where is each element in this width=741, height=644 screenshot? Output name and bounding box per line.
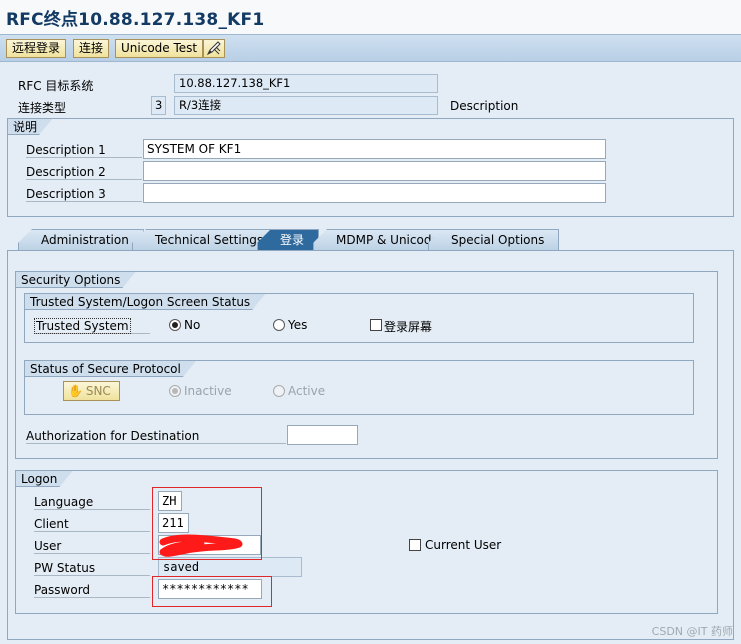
trusted-no-label: No bbox=[184, 318, 201, 332]
authorization-label: Authorization for Destination bbox=[26, 429, 286, 444]
security-options-title: Security Options bbox=[15, 271, 136, 288]
highlight-box-credentials bbox=[152, 487, 262, 560]
authorization-input[interactable] bbox=[287, 425, 358, 445]
description-1-input[interactable]: SYSTEM OF KF1 bbox=[143, 139, 606, 159]
highlight-box-password bbox=[152, 576, 272, 607]
trusted-no-radio[interactable] bbox=[169, 319, 181, 331]
description-1-label: Description 1 bbox=[26, 143, 142, 158]
pw-status-label: PW Status bbox=[34, 561, 150, 576]
protocol-inactive-label: Inactive bbox=[184, 384, 232, 398]
hand-icon: ✋ bbox=[68, 384, 83, 398]
logon-screen-checkbox[interactable] bbox=[370, 319, 382, 331]
connect-button[interactable]: 连接 bbox=[73, 39, 110, 58]
protocol-active-radio[interactable] bbox=[273, 385, 285, 397]
language-label: Language bbox=[34, 495, 150, 510]
connection-type-description: Description bbox=[450, 99, 519, 113]
watermark: CSDN @IT 药师 bbox=[651, 625, 733, 638]
pen-icon[interactable] bbox=[203, 39, 225, 58]
description-3-input[interactable] bbox=[143, 183, 606, 203]
rfc-destination-value: 10.88.127.138_KF1 bbox=[174, 74, 438, 93]
unicode-test-button[interactable]: Unicode Test bbox=[115, 39, 204, 58]
trusted-system-group-title: Trusted System/Logon Screen Status bbox=[24, 293, 266, 310]
toolbar: 远程登录 连接 Unicode Test bbox=[0, 34, 741, 62]
tab-technical-settings[interactable]: Technical Settings bbox=[132, 229, 279, 250]
title-bar: RFC终点10.88.127.138_KF1 bbox=[0, 0, 741, 34]
password-label: Password bbox=[34, 583, 150, 598]
connection-type-code: 3 bbox=[151, 96, 166, 115]
protocol-inactive-radio[interactable] bbox=[169, 385, 181, 397]
trusted-system-label-text: Trusted System bbox=[34, 318, 131, 334]
description-group-title: 说明 bbox=[7, 118, 53, 135]
secure-protocol-group-title: Status of Secure Protocol bbox=[24, 360, 197, 377]
logon-screen-label: 登录屏幕 bbox=[384, 320, 433, 334]
client-label: Client bbox=[34, 517, 150, 532]
tab-administration[interactable]: Administration bbox=[18, 229, 144, 250]
logon-group-title: Logon bbox=[15, 470, 73, 487]
current-user-checkbox[interactable] bbox=[409, 539, 421, 551]
rfc-destination-label: RFC 目标系统 bbox=[18, 79, 94, 93]
user-label: User bbox=[34, 539, 150, 554]
current-user-label: Current User bbox=[425, 538, 502, 552]
connection-type-label: 连接类型 bbox=[18, 101, 67, 115]
description-2-label: Description 2 bbox=[26, 165, 142, 180]
snc-button-label: SNC bbox=[85, 384, 111, 398]
page-title: RFC终点10.88.127.138_KF1 bbox=[6, 10, 265, 30]
pw-status-value: saved bbox=[158, 557, 302, 577]
secure-protocol-group: Status of Secure Protocol bbox=[24, 360, 694, 415]
trusted-yes-radio[interactable] bbox=[273, 319, 285, 331]
remote-logon-button[interactable]: 远程登录 bbox=[6, 39, 67, 58]
tab-special-options[interactable]: Special Options bbox=[428, 229, 560, 250]
description-3-label: Description 3 bbox=[26, 187, 142, 202]
trusted-yes-label: Yes bbox=[288, 318, 308, 332]
connection-type-value: R/3连接 bbox=[174, 96, 438, 115]
trusted-system-label: Trusted System bbox=[34, 318, 150, 334]
protocol-active-label: Active bbox=[288, 384, 326, 398]
description-2-input[interactable] bbox=[143, 161, 606, 181]
snc-button[interactable]: ✋ SNC bbox=[63, 381, 120, 401]
